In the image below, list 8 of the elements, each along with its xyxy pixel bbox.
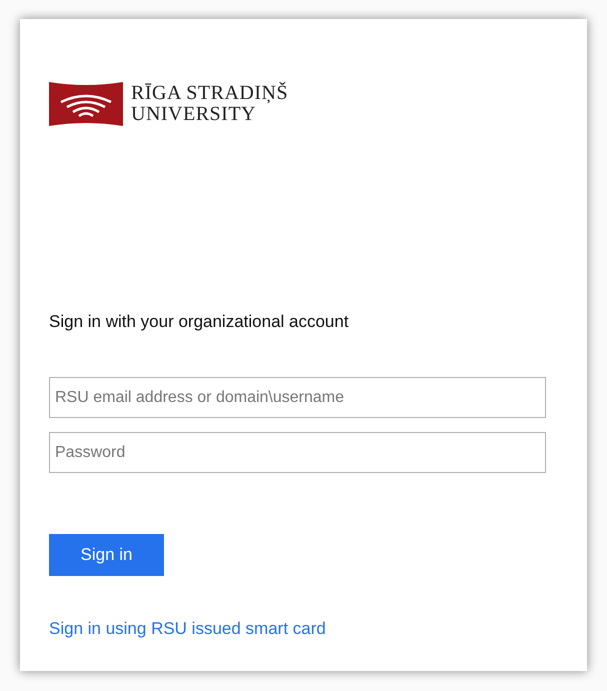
input-field[interactable]: RSU email address or domain\username <box>49 377 546 418</box>
logo-icon <box>49 80 123 128</box>
input-field[interactable]: Password <box>49 432 546 473</box>
sign-in-button[interactable]: Sign in <box>49 534 164 576</box>
sign-in-heading: Sign in with your organizational account <box>49 311 350 333</box>
logo-subtitle: UNIVERSITY <box>131 104 256 125</box>
logo-title: RĪGA STRADIŅŠ <box>131 83 288 104</box>
smart-card-link[interactable]: Sign in using RSU issued smart card <box>49 616 326 642</box>
